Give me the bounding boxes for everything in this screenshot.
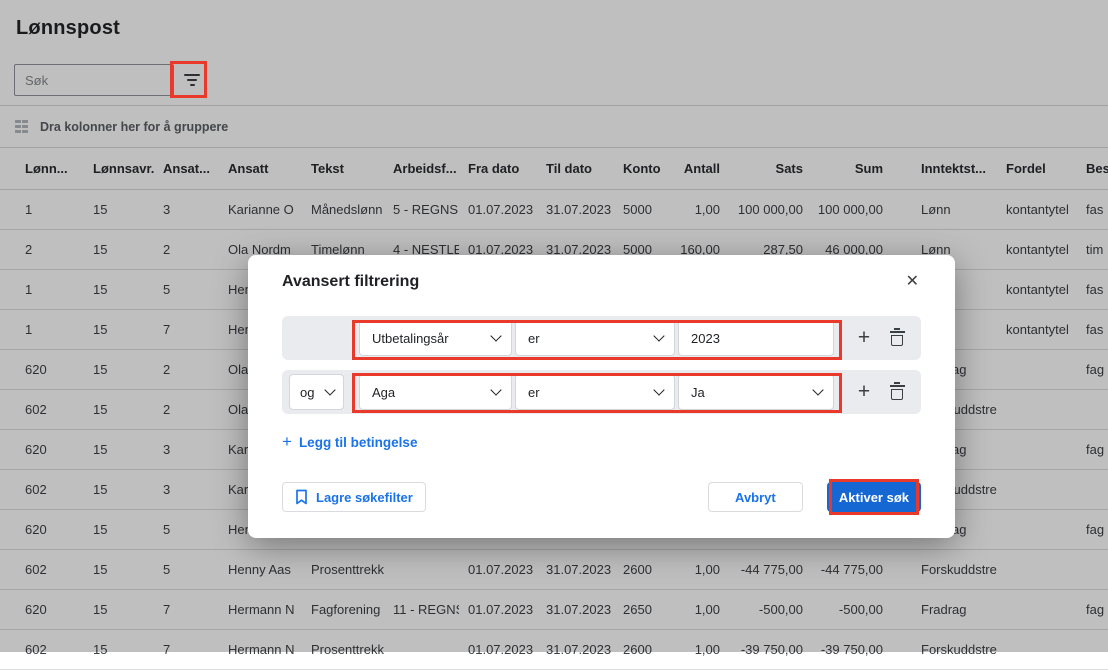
chevron-down-icon [490,384,501,395]
operator-select-value: er [528,331,540,346]
bookmark-icon [295,489,308,505]
operator-select[interactable]: er [515,374,675,410]
add-condition-label: Legg til betingelse [299,435,418,450]
value-select[interactable]: Ja [678,374,834,410]
advanced-filter-modal: Avansert filtrering ✕ Utbetalingsår er 2… [248,255,955,538]
chevron-down-icon [490,330,501,341]
plus-icon: + [282,432,292,452]
conjunction-select-value: og [300,385,314,400]
operator-select-value: er [528,385,540,400]
chevron-down-icon [653,330,664,341]
chevron-down-icon [324,384,335,395]
add-condition-inline-button[interactable]: + [853,326,875,350]
trash-icon [890,331,905,346]
operator-select[interactable]: er [515,320,675,356]
activate-search-button[interactable]: Aktiver søk [827,482,921,512]
save-search-filter-button[interactable]: Lagre søkefilter [282,482,426,512]
trash-icon [890,385,905,400]
add-condition-inline-button[interactable]: + [853,380,875,404]
field-select-value: Aga [372,385,395,400]
cancel-button[interactable]: Avbryt [708,482,803,512]
field-select[interactable]: Aga [359,374,512,410]
filter-condition-row-1: Utbetalingsår er 2023 + [282,316,921,360]
filter-condition-row-2: og Aga er Ja + [282,370,921,414]
conjunction-slot-empty [289,320,344,356]
delete-condition-button[interactable] [886,331,908,346]
delete-condition-button[interactable] [886,385,908,400]
field-select-value: Utbetalingsår [372,331,449,346]
field-select[interactable]: Utbetalingsår [359,320,512,356]
chevron-down-icon [812,384,823,395]
chevron-down-icon [653,384,664,395]
close-icon[interactable]: ✕ [904,272,921,292]
value-select-value: Ja [691,385,705,400]
conjunction-select[interactable]: og [289,374,344,410]
modal-title: Avansert filtrering [282,273,419,291]
save-search-filter-label: Lagre søkefilter [316,490,413,505]
value-input-text: 2023 [691,331,720,346]
add-condition-link[interactable]: + Legg til betingelse [282,432,417,452]
value-input[interactable]: 2023 [678,320,834,356]
